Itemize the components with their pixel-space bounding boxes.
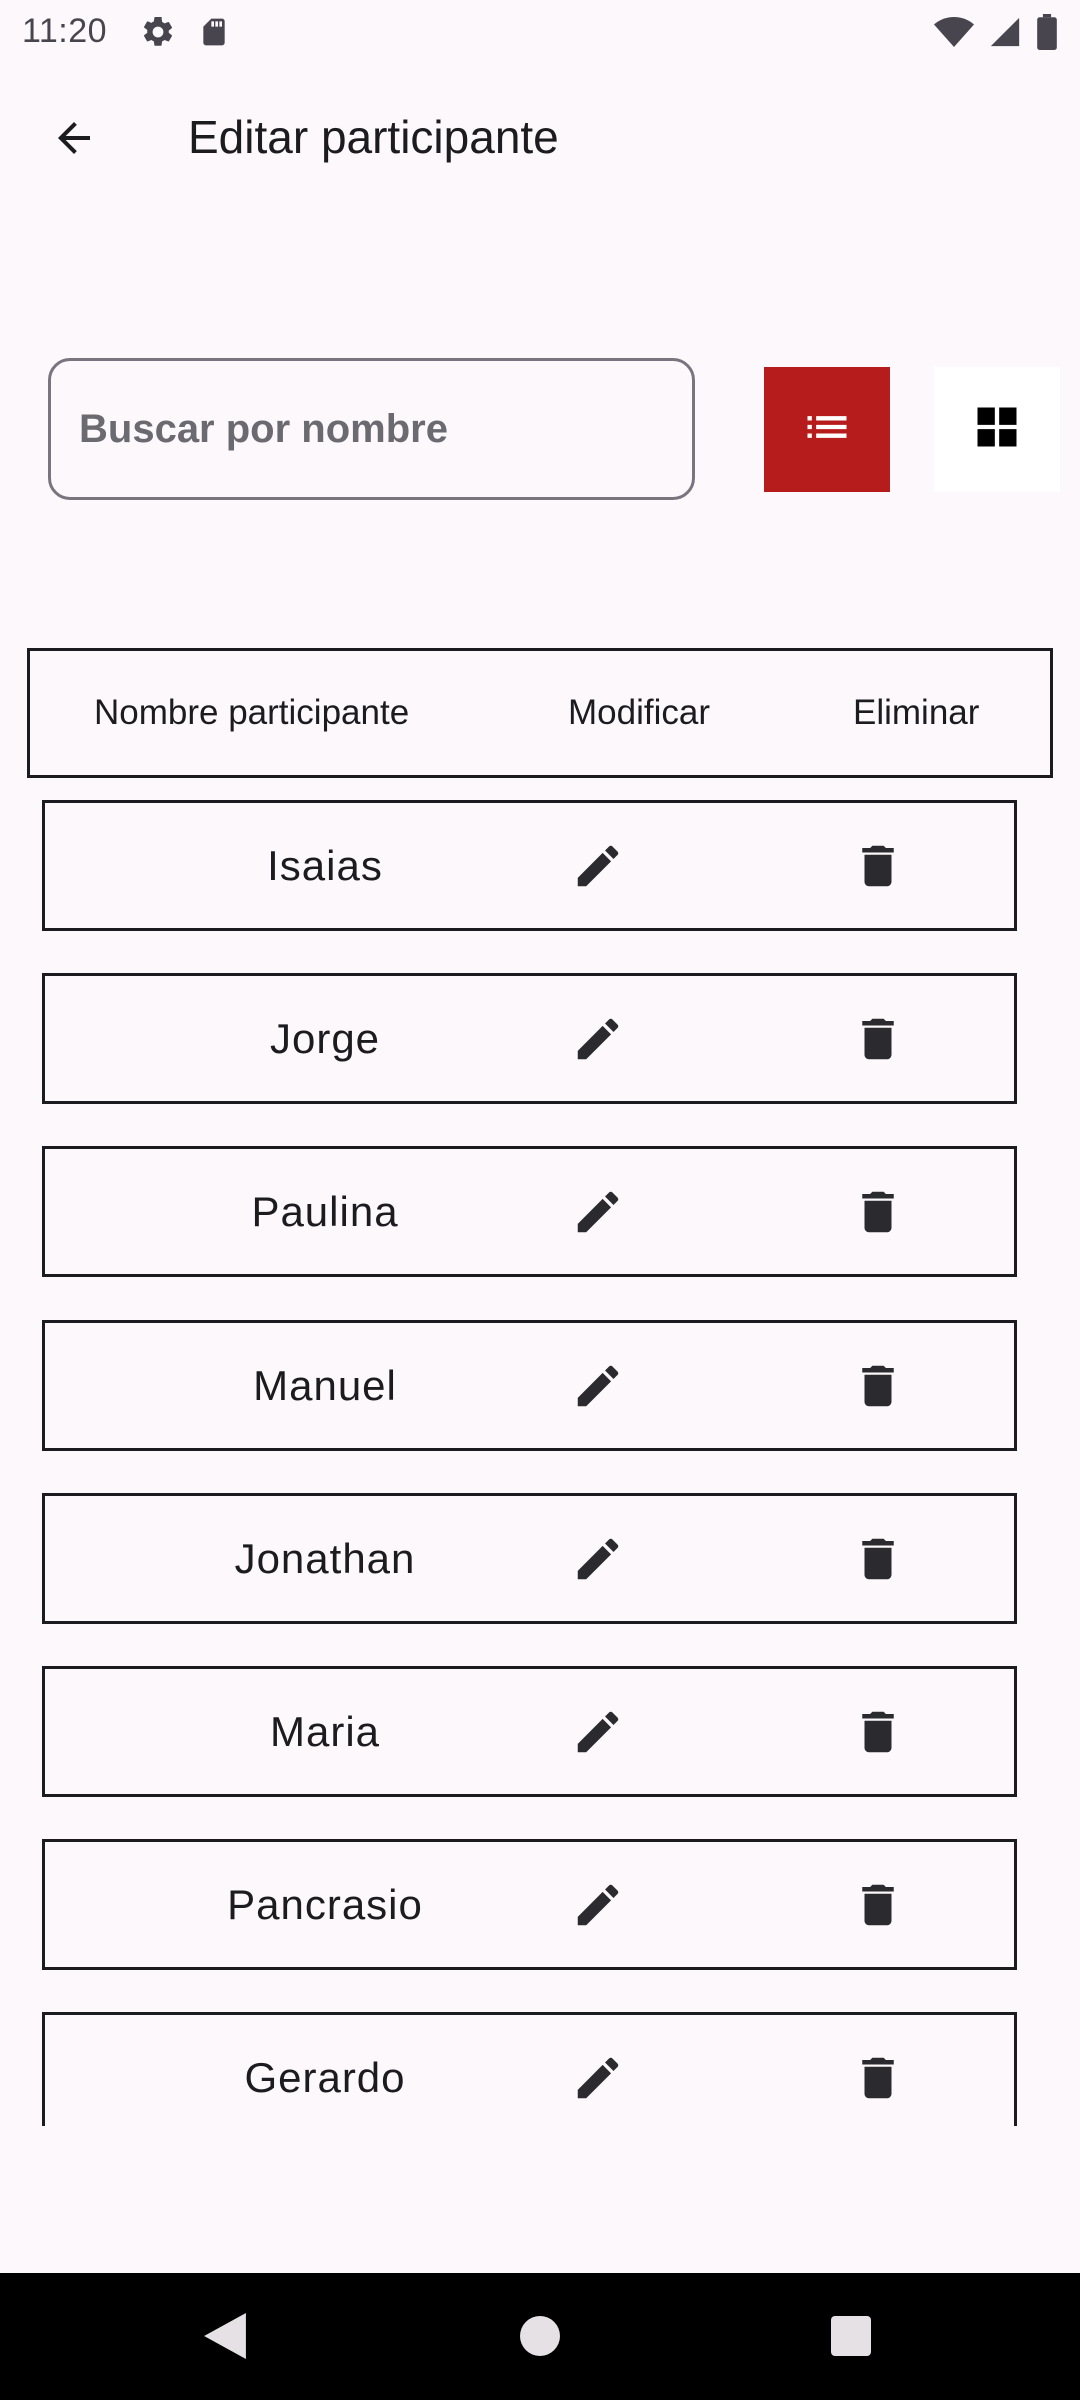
participant-name: Jorge bbox=[269, 1014, 381, 1062]
participant-name: Maria bbox=[269, 1707, 381, 1755]
participant-list[interactable]: Isaias Jorge Paulina Manuel Jonathan Mar… bbox=[0, 790, 1080, 2126]
search-input[interactable] bbox=[79, 361, 669, 497]
app-bar: Editar participante bbox=[0, 70, 1080, 204]
nav-back-button[interactable] bbox=[190, 2303, 260, 2373]
participant-name: Manuel bbox=[253, 1361, 397, 1409]
status-time: 11:20 bbox=[22, 12, 108, 50]
column-header-delete: Eliminar bbox=[853, 693, 980, 732]
participant-name: Isaias bbox=[267, 841, 383, 889]
settings-icon bbox=[140, 14, 176, 55]
grid-icon bbox=[971, 401, 1023, 458]
battery-icon bbox=[1036, 14, 1058, 55]
sd-card-icon bbox=[198, 15, 230, 54]
pencil-icon[interactable] bbox=[565, 1179, 631, 1245]
home-circle-icon bbox=[520, 2315, 560, 2361]
participant-name: Paulina bbox=[251, 1187, 399, 1235]
status-left-icons bbox=[140, 14, 230, 55]
table-row: Pancrasio bbox=[42, 1839, 1017, 1970]
wifi-icon bbox=[934, 15, 974, 54]
trash-icon[interactable] bbox=[845, 1179, 911, 1245]
system-nav-bar bbox=[0, 2273, 1080, 2400]
column-header-name: Nombre participante bbox=[94, 693, 410, 732]
pencil-icon[interactable] bbox=[565, 1526, 631, 1592]
trash-icon[interactable] bbox=[845, 2045, 911, 2111]
back-triangle-icon bbox=[204, 2312, 246, 2364]
status-right-icons bbox=[934, 14, 1058, 55]
back-button[interactable] bbox=[34, 100, 114, 180]
page-title: Editar participante bbox=[188, 111, 559, 163]
nav-recents-button[interactable] bbox=[816, 2303, 886, 2373]
grid-view-button[interactable] bbox=[934, 367, 1060, 492]
table-row: Maria bbox=[42, 1666, 1017, 1797]
signal-icon bbox=[988, 15, 1022, 54]
pencil-icon[interactable] bbox=[565, 2045, 631, 2111]
participant-name: Jonathan bbox=[234, 1534, 416, 1582]
search-field[interactable] bbox=[48, 358, 695, 500]
trash-icon[interactable] bbox=[845, 1526, 911, 1592]
table-row: Isaias bbox=[42, 800, 1017, 931]
recents-square-icon bbox=[831, 2315, 871, 2361]
trash-icon[interactable] bbox=[845, 833, 911, 899]
pencil-icon[interactable] bbox=[565, 1006, 631, 1072]
table-row: Manuel bbox=[42, 1320, 1017, 1451]
table-header: Nombre participante Modificar Eliminar bbox=[27, 648, 1053, 778]
participant-name: Gerardo bbox=[244, 2053, 406, 2101]
table-row: Gerardo bbox=[42, 2012, 1017, 2126]
table-row: Jonathan bbox=[42, 1493, 1017, 1624]
pencil-icon[interactable] bbox=[565, 1699, 631, 1765]
trash-icon[interactable] bbox=[845, 1353, 911, 1419]
nav-home-button[interactable] bbox=[505, 2303, 575, 2373]
table-row: Paulina bbox=[42, 1146, 1017, 1277]
table-row: Jorge bbox=[42, 973, 1017, 1104]
list-icon bbox=[801, 401, 853, 458]
trash-icon[interactable] bbox=[845, 1006, 911, 1072]
trash-icon[interactable] bbox=[845, 1699, 911, 1765]
status-bar: 11:20 bbox=[0, 0, 1080, 64]
pencil-icon[interactable] bbox=[565, 833, 631, 899]
participant-name: Pancrasio bbox=[227, 1880, 423, 1928]
pencil-icon[interactable] bbox=[565, 1872, 631, 1938]
pencil-icon[interactable] bbox=[565, 1353, 631, 1419]
trash-icon[interactable] bbox=[845, 1872, 911, 1938]
arrow-back-icon bbox=[50, 114, 98, 167]
list-view-button[interactable] bbox=[764, 367, 890, 492]
column-header-modify: Modificar bbox=[568, 693, 710, 732]
